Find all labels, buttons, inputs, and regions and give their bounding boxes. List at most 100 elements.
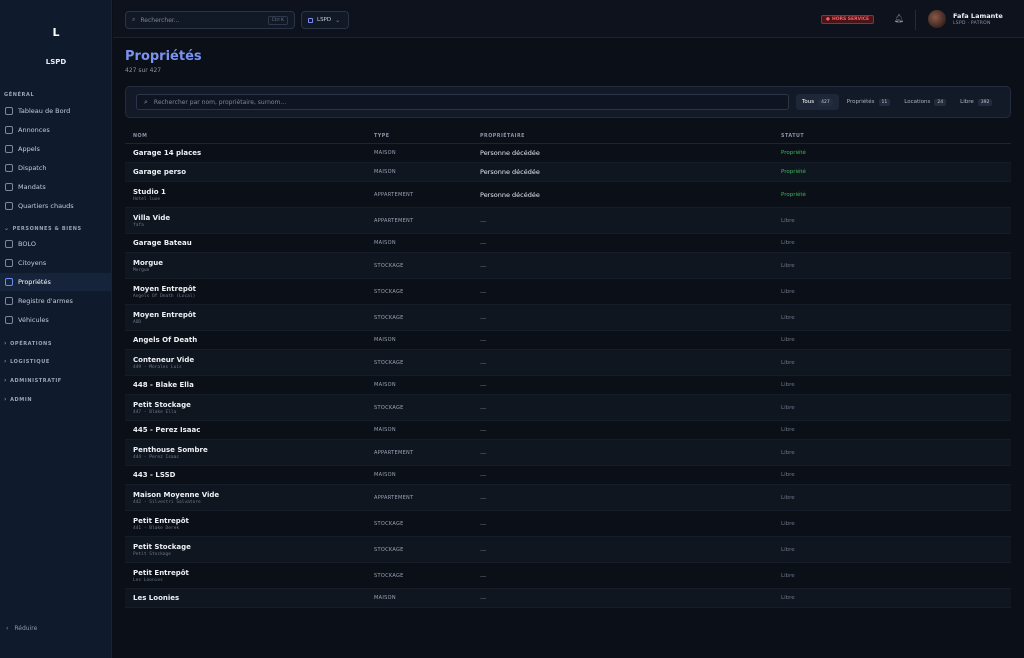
map-icon — [5, 202, 13, 210]
tab-proprietes[interactable]: Propriétés 11 — [841, 94, 897, 110]
status-label: Libre — [781, 262, 795, 269]
megaphone-icon — [5, 126, 13, 134]
section-administratif[interactable]: › ADMINISTRATIF — [4, 377, 62, 384]
table-row[interactable]: Petit Entrepôt Les Loonies STOCKAGE — Libre — [125, 563, 1011, 589]
property-name: Petit Stockage — [133, 400, 191, 409]
collapse-sidebar-button[interactable]: ‹ Réduire — [6, 625, 37, 632]
table-row[interactable]: Garage Bateau MAISON — Libre — [125, 234, 1011, 253]
table-row[interactable]: Petit Stockage Petit Stockage STOCKAGE — Lib… — [125, 537, 1011, 563]
column-header-proprietaire[interactable]: PROPRIÉTAIRE — [480, 134, 781, 139]
table-row[interactable]: Conteneur Vide 449 - Morales Luis STOCKAGE… — [125, 350, 1011, 376]
table-row[interactable]: 443 - LSSD MAISON — Libre — [125, 466, 1011, 485]
tab-libre[interactable]: Libre 392 — [954, 94, 998, 110]
property-alias: Petit Stockage — [133, 551, 171, 557]
sidebar-item-dispatch[interactable]: Dispatch — [0, 159, 112, 177]
table-row[interactable]: Moyen Entrepôt AOD STOCKAGE — Libre — [125, 305, 1011, 331]
sidebar-item-proprietes[interactable]: Propriétés — [0, 273, 112, 291]
property-name: Garage 14 places — [133, 149, 202, 157]
sidebar-item-quartiers-chauds[interactable]: Quartiers chauds — [0, 197, 112, 215]
sidebar-item-tableau-de-bord[interactable]: Tableau de Bord — [0, 102, 112, 120]
table-row[interactable]: Penthouse Sombre 444 - Perez Isaac APPARTE… — [125, 440, 1011, 466]
tab-tous[interactable]: Tous 427 — [796, 94, 839, 110]
sidebar-item-citoyens[interactable]: Citoyens — [0, 254, 112, 272]
table-row[interactable]: Angels Of Death MAISON — Libre — [125, 331, 1011, 350]
property-name: Moyen Entrepôt — [133, 310, 196, 319]
cell-name: 443 - LSSD — [125, 471, 374, 479]
crosshair-icon — [5, 297, 13, 305]
cell-name: Moyen Entrepôt Angels Of Death (Local) — [125, 285, 374, 299]
property-alias: 442 - Silvestri Salvatore — [133, 499, 201, 505]
table-row[interactable]: Morgue Morgue STOCKAGE — Libre — [125, 253, 1011, 279]
property-alias: Morgue — [133, 267, 150, 273]
property-name: Conteneur Vide — [133, 355, 195, 364]
sidebar-item-vehicules[interactable]: Véhicules — [0, 311, 112, 329]
status-label: Libre — [781, 288, 795, 295]
column-header-type[interactable]: TYPE — [374, 134, 480, 139]
property-name: Morgue — [133, 258, 163, 267]
avatar[interactable] — [928, 10, 946, 28]
table-row[interactable]: 445 - Perez Isaac MAISON — Libre — [125, 421, 1011, 440]
property-owner: — — [480, 381, 487, 389]
cell-name: Garage perso — [125, 168, 374, 176]
section-operations[interactable]: › OPÉRATIONS — [4, 340, 52, 347]
section-personnes-biens[interactable]: ⌄ PERSONNES & BIENS — [4, 225, 82, 232]
property-search-input[interactable]: ⌕ Rechercher par nom, propriétaire, surn… — [136, 94, 789, 110]
property-type: APPARTEMENT — [374, 191, 414, 198]
status-label: Libre — [781, 546, 795, 553]
org-selector[interactable]: LSPD ⌄ — [301, 11, 349, 29]
property-type: MAISON — [374, 472, 396, 478]
property-name: 443 - LSSD — [133, 471, 176, 479]
table-row[interactable]: Villa Vide fafa APPARTEMENT — Libre — [125, 208, 1011, 234]
section-logistique[interactable]: › LOGISTIQUE — [4, 358, 50, 365]
property-owner: — — [480, 239, 487, 247]
table-row[interactable]: Les Loonies MAISON — Libre — [125, 589, 1011, 608]
app-logo: L — [52, 26, 60, 39]
properties-table: NOM TYPE PROPRIÉTAIRE STATUT Garage 14 p… — [125, 130, 1011, 608]
table-row[interactable]: Petit Entrepôt 441 - Blake Derek STOCKAGE —… — [125, 511, 1011, 537]
brand-name: LSPD — [45, 58, 67, 66]
property-name: Studio 1 — [133, 187, 166, 196]
property-type: APPARTEMENT — [374, 494, 414, 501]
table-row[interactable]: 448 - Blake Ella MAISON — Libre — [125, 376, 1011, 395]
column-header-statut[interactable]: STATUT — [781, 134, 1011, 139]
cell-name: Angels Of Death — [125, 336, 374, 344]
table-row[interactable]: Garage 14 places MAISON Personne décédée Pr… — [125, 144, 1011, 163]
status-badge[interactable]: ● HORS SERVICE — [821, 15, 875, 24]
table-row[interactable]: Garage perso MAISON Personne décédée Propri… — [125, 163, 1011, 182]
status-label: Libre — [781, 494, 795, 501]
table-row[interactable]: Petit Stockage 447 - Blake Ella STOCKAGE — L… — [125, 395, 1011, 421]
global-search-input[interactable]: ⌕ Rechercher... Ctrl K — [125, 11, 295, 29]
property-type: STOCKAGE — [374, 288, 404, 295]
sidebar-item-bolo[interactable]: BOLO — [0, 235, 112, 253]
chevron-down-icon: ⌄ — [335, 16, 341, 24]
property-name: Petit Entrepôt — [133, 516, 189, 525]
status-label: Libre — [781, 449, 795, 456]
org-icon — [308, 17, 313, 23]
column-header-nom[interactable]: NOM — [125, 134, 374, 139]
sidebar-item-appels[interactable]: Appels — [0, 140, 112, 158]
tab-locations[interactable]: Locations 24 — [898, 94, 952, 110]
cell-name: 448 - Blake Ella — [125, 381, 374, 389]
filter-bar: ⌕ Rechercher par nom, propriétaire, surn… — [125, 86, 1011, 118]
table-row[interactable]: Studio 1 Hotel luxe APPARTEMENT Personne dé… — [125, 182, 1011, 208]
section-admin[interactable]: › ADMIN — [4, 396, 32, 403]
sidebar-item-mandats[interactable]: Mandats — [0, 178, 112, 196]
status-dot-icon: ● — [826, 17, 830, 22]
property-type: STOCKAGE — [374, 546, 404, 553]
property-alias: Angels Of Death (Local) — [133, 293, 196, 299]
table-row[interactable]: Maison Moyenne Vide 442 - Silvestri Salva… — [125, 485, 1011, 511]
property-name: Moyen Entrepôt — [133, 284, 196, 293]
table-row[interactable]: Moyen Entrepôt Angels Of Death (Local) STO… — [125, 279, 1011, 305]
property-type: MAISON — [374, 150, 396, 156]
property-owner: — — [480, 471, 487, 479]
sidebar-item-registre-armes[interactable]: Registre d'armes — [0, 292, 112, 310]
property-type: APPARTEMENT — [374, 217, 414, 224]
sidebar-item-annonces[interactable]: Annonces — [0, 121, 112, 139]
user-role: LSPD · PATRON — [953, 21, 991, 26]
section-general: GÉNÉRAL — [4, 92, 35, 98]
status-label: Propriété — [781, 191, 806, 198]
users-icon — [5, 259, 13, 267]
bell-icon[interactable]: 🔔︎ — [894, 14, 904, 23]
cell-name: Petit Stockage Petit Stockage — [125, 543, 374, 557]
shortcut-hint: Ctrl K — [267, 15, 288, 25]
